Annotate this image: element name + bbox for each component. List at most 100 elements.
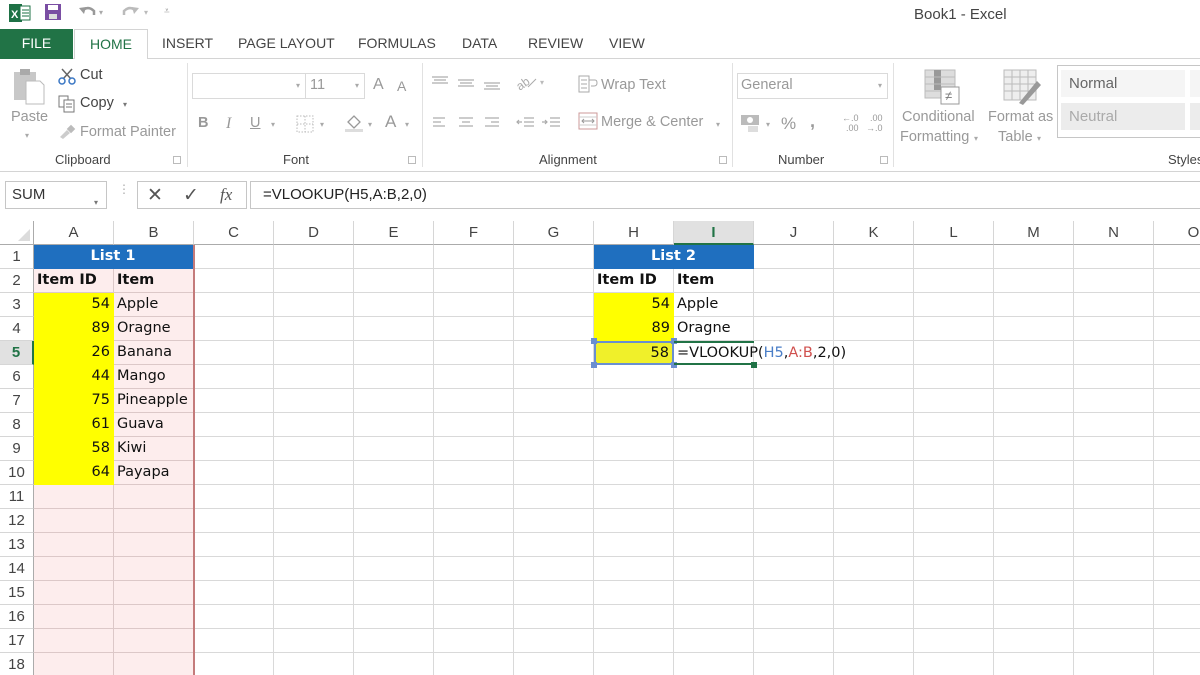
list2-item-id[interactable]: 54 <box>594 293 674 317</box>
cell[interactable] <box>514 389 594 413</box>
cell[interactable] <box>194 437 274 461</box>
list2-header-item[interactable]: Item <box>674 269 754 293</box>
cell[interactable] <box>194 341 274 365</box>
cell[interactable] <box>754 557 834 581</box>
list1-item-id[interactable]: 26 <box>34 341 114 365</box>
clipboard-launcher-icon[interactable] <box>173 156 181 164</box>
cell[interactable] <box>354 389 434 413</box>
cell[interactable] <box>994 557 1074 581</box>
cell[interactable] <box>514 629 594 653</box>
cell[interactable] <box>674 653 754 675</box>
shrink-font-button[interactable]: A <box>397 78 406 94</box>
font-color-dropdown-icon[interactable]: ▾ <box>405 120 409 129</box>
cell[interactable] <box>1074 437 1154 461</box>
cell[interactable] <box>1074 413 1154 437</box>
name-box[interactable]: SUM ▾ <box>5 181 107 209</box>
enter-icon[interactable]: ✓ <box>183 184 199 207</box>
cell[interactable] <box>1154 245 1200 269</box>
cell[interactable] <box>834 581 914 605</box>
row-header-16[interactable]: 16 <box>0 605 34 629</box>
cell[interactable] <box>34 581 114 605</box>
cell[interactable] <box>274 389 354 413</box>
cell[interactable] <box>354 629 434 653</box>
cell[interactable] <box>434 581 514 605</box>
cell[interactable] <box>274 509 354 533</box>
comma-style-button[interactable]: , <box>810 111 815 132</box>
tab-home[interactable]: HOME <box>74 29 148 60</box>
cell[interactable] <box>514 533 594 557</box>
accounting-format-icon[interactable] <box>740 113 762 133</box>
cell[interactable] <box>994 533 1074 557</box>
tab-page-layout[interactable]: PAGE LAYOUT <box>224 29 349 59</box>
cell[interactable] <box>994 653 1074 675</box>
cell[interactable] <box>1154 461 1200 485</box>
cell[interactable] <box>914 629 994 653</box>
cell[interactable] <box>594 437 674 461</box>
cell[interactable] <box>194 461 274 485</box>
cell[interactable] <box>914 533 994 557</box>
cell[interactable] <box>1074 581 1154 605</box>
cell[interactable] <box>434 629 514 653</box>
row-header-2[interactable]: 2 <box>0 269 34 293</box>
cell[interactable] <box>1154 293 1200 317</box>
cell[interactable] <box>674 365 754 389</box>
cell[interactable] <box>1154 413 1200 437</box>
cell[interactable] <box>1154 437 1200 461</box>
cell[interactable] <box>194 557 274 581</box>
cell[interactable] <box>754 533 834 557</box>
merge-center-button[interactable]: Merge & Center <box>601 114 703 130</box>
cell[interactable] <box>1154 317 1200 341</box>
column-header-b[interactable]: B <box>114 221 194 245</box>
cell[interactable] <box>1154 269 1200 293</box>
cell[interactable] <box>34 653 114 675</box>
cell[interactable] <box>354 509 434 533</box>
cell[interactable] <box>994 461 1074 485</box>
cell[interactable] <box>194 245 274 269</box>
cell[interactable] <box>674 413 754 437</box>
cell[interactable] <box>514 557 594 581</box>
cell[interactable] <box>194 485 274 509</box>
cell[interactable] <box>274 293 354 317</box>
tab-formulas[interactable]: FORMULAS <box>344 29 450 59</box>
list1-item-id[interactable]: 58 <box>34 437 114 461</box>
cell[interactable] <box>1074 557 1154 581</box>
cell[interactable] <box>34 629 114 653</box>
format-painter-button[interactable]: Format Painter <box>80 124 176 140</box>
grow-font-button[interactable]: A <box>373 76 384 94</box>
paste-dropdown-icon[interactable]: ▾ <box>25 131 29 140</box>
italic-button[interactable]: I <box>226 115 231 133</box>
cell[interactable] <box>354 269 434 293</box>
cell[interactable] <box>1074 317 1154 341</box>
cell[interactable] <box>914 485 994 509</box>
tab-insert[interactable]: INSERT <box>148 29 227 59</box>
cell[interactable] <box>434 605 514 629</box>
underline-button[interactable]: U <box>250 115 260 131</box>
orientation-icon[interactable]: ab ▾ <box>516 73 550 91</box>
cell[interactable] <box>594 509 674 533</box>
cell[interactable] <box>674 581 754 605</box>
bold-button[interactable]: B <box>198 115 208 131</box>
cell[interactable] <box>114 629 194 653</box>
paste-button[interactable] <box>10 67 46 105</box>
cell[interactable] <box>674 629 754 653</box>
row-header-10[interactable]: 10 <box>0 461 34 485</box>
cell[interactable] <box>354 437 434 461</box>
row-header-15[interactable]: 15 <box>0 581 34 605</box>
cell[interactable] <box>594 485 674 509</box>
list1-item-id[interactable]: 54 <box>34 293 114 317</box>
cell[interactable] <box>34 557 114 581</box>
cell[interactable] <box>914 653 994 675</box>
cell[interactable] <box>354 533 434 557</box>
list2-item-name[interactable]: Apple <box>674 293 754 317</box>
cell[interactable] <box>1074 341 1154 365</box>
tab-view[interactable]: VIEW <box>595 29 659 59</box>
merge-dropdown-icon[interactable]: ▾ <box>716 120 720 129</box>
percent-style-button[interactable]: % <box>781 114 796 134</box>
cell[interactable] <box>1154 389 1200 413</box>
cell[interactable] <box>834 509 914 533</box>
list1-item-id[interactable]: 64 <box>34 461 114 485</box>
cell[interactable] <box>1154 341 1200 365</box>
cell[interactable] <box>754 461 834 485</box>
cell[interactable] <box>354 605 434 629</box>
column-header-m[interactable]: M <box>994 221 1074 245</box>
